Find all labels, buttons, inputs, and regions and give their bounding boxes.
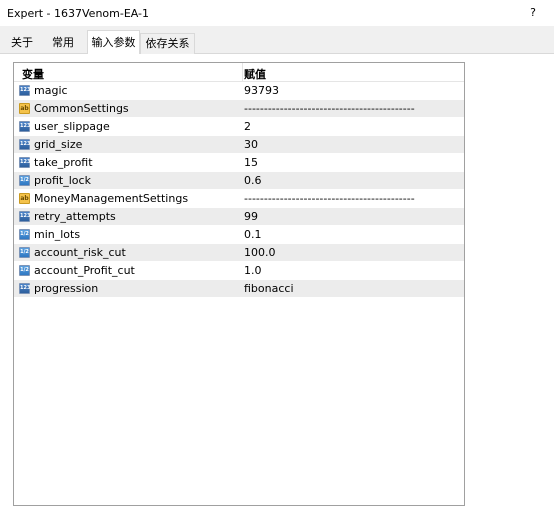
variable-name: user_slippage	[34, 120, 110, 133]
variable-value[interactable]: ----------------------------------------…	[244, 192, 415, 205]
window-title: Expert - 1637Venom-EA-1	[7, 7, 150, 20]
double-icon: 1/2	[19, 175, 30, 186]
integer-icon: 123	[19, 139, 30, 150]
icon-glyph: 1/2	[20, 249, 29, 255]
variable-value[interactable]: 100.0	[244, 246, 276, 259]
variable-value[interactable]: 0.1	[244, 228, 262, 241]
double-icon: 1/2	[19, 247, 30, 258]
variable-value[interactable]: 93793	[244, 84, 279, 97]
table-row[interactable]: 1/2 profit_lock 0.6	[14, 172, 464, 190]
variable-name: account_risk_cut	[34, 246, 126, 259]
variable-name: grid_size	[34, 138, 83, 151]
variable-value[interactable]: fibonacci	[244, 282, 294, 295]
inputs-table[interactable]: 变量 赋值 123 magic 93793 ab CommonSettings -----…	[13, 62, 465, 506]
variable-value[interactable]: 99	[244, 210, 258, 223]
tab-strip	[0, 26, 554, 54]
variable-value[interactable]: 30	[244, 138, 258, 151]
icon-glyph: 123	[20, 141, 31, 147]
table-row[interactable]: ab CommonSettings ------------------------…	[14, 100, 464, 118]
string-icon: ab	[19, 193, 30, 204]
table-header: 变量 赋值	[14, 63, 464, 82]
variable-name: min_lots	[34, 228, 81, 241]
table-row[interactable]: 123 retry_attempts 99	[14, 208, 464, 226]
integer-icon: 123	[19, 85, 30, 96]
column-header-value[interactable]: 赋值	[244, 66, 266, 82]
tab-about[interactable]: 关于	[5, 33, 39, 53]
double-icon: 1/2	[19, 265, 30, 276]
variable-value[interactable]: 0.6	[244, 174, 262, 187]
icon-glyph: 1/2	[20, 231, 29, 237]
icon-glyph: ab	[20, 105, 29, 112]
tab-inputs[interactable]: 输入参数	[87, 30, 140, 54]
double-icon: 1/2	[19, 229, 30, 240]
table-row[interactable]: 1/2 account_Profit_cut 1.0	[14, 262, 464, 280]
variable-name: profit_lock	[34, 174, 91, 187]
table-row[interactable]: 123 progression fibonacci	[14, 280, 464, 298]
icon-glyph: 123	[20, 159, 31, 165]
variable-name: magic	[34, 84, 68, 97]
table-row[interactable]: 1/2 min_lots 0.1	[14, 226, 464, 244]
variable-name: account_Profit_cut	[34, 264, 135, 277]
icon-glyph: 123	[20, 213, 31, 219]
icon-glyph: 1/2	[20, 267, 29, 273]
icon-glyph: 123	[20, 123, 31, 129]
column-header-variable[interactable]: 变量	[22, 66, 44, 82]
tab-strip-divider	[0, 53, 554, 54]
table-row[interactable]: 123 take_profit 15	[14, 154, 464, 172]
variable-value[interactable]: 15	[244, 156, 258, 169]
variable-value[interactable]: ----------------------------------------…	[244, 102, 415, 115]
icon-glyph: 123	[20, 285, 31, 291]
tab-common[interactable]: 常用	[46, 33, 80, 53]
variable-value[interactable]: 1.0	[244, 264, 262, 277]
variable-name: CommonSettings	[34, 102, 129, 115]
icon-glyph: 123	[20, 87, 31, 93]
integer-icon: 123	[19, 211, 30, 222]
table-row[interactable]: 1/2 account_risk_cut 100.0	[14, 244, 464, 262]
table-row[interactable]: 123 user_slippage 2	[14, 118, 464, 136]
help-button[interactable]: ?	[528, 6, 538, 19]
table-body: 123 magic 93793 ab CommonSettings -----------…	[14, 82, 464, 298]
table-row[interactable]: 123 magic 93793	[14, 82, 464, 100]
icon-glyph: 1/2	[20, 177, 29, 183]
table-row[interactable]: 123 grid_size 30	[14, 136, 464, 154]
integer-icon: 123	[19, 283, 30, 294]
table-row[interactable]: ab MoneyManagementSettings ---------------…	[14, 190, 464, 208]
tab-dependencies[interactable]: 依存关系	[140, 33, 195, 54]
integer-icon: 123	[19, 157, 30, 168]
integer-icon: 123	[19, 121, 30, 132]
variable-value[interactable]: 2	[244, 120, 251, 133]
variable-name: retry_attempts	[34, 210, 116, 223]
string-icon: ab	[19, 103, 30, 114]
variable-name: take_profit	[34, 156, 93, 169]
title-bar: Expert - 1637Venom-EA-1 ?	[0, 0, 554, 26]
icon-glyph: ab	[20, 195, 29, 202]
column-divider[interactable]	[242, 63, 243, 81]
variable-name: MoneyManagementSettings	[34, 192, 189, 205]
variable-name: progression	[34, 282, 99, 295]
